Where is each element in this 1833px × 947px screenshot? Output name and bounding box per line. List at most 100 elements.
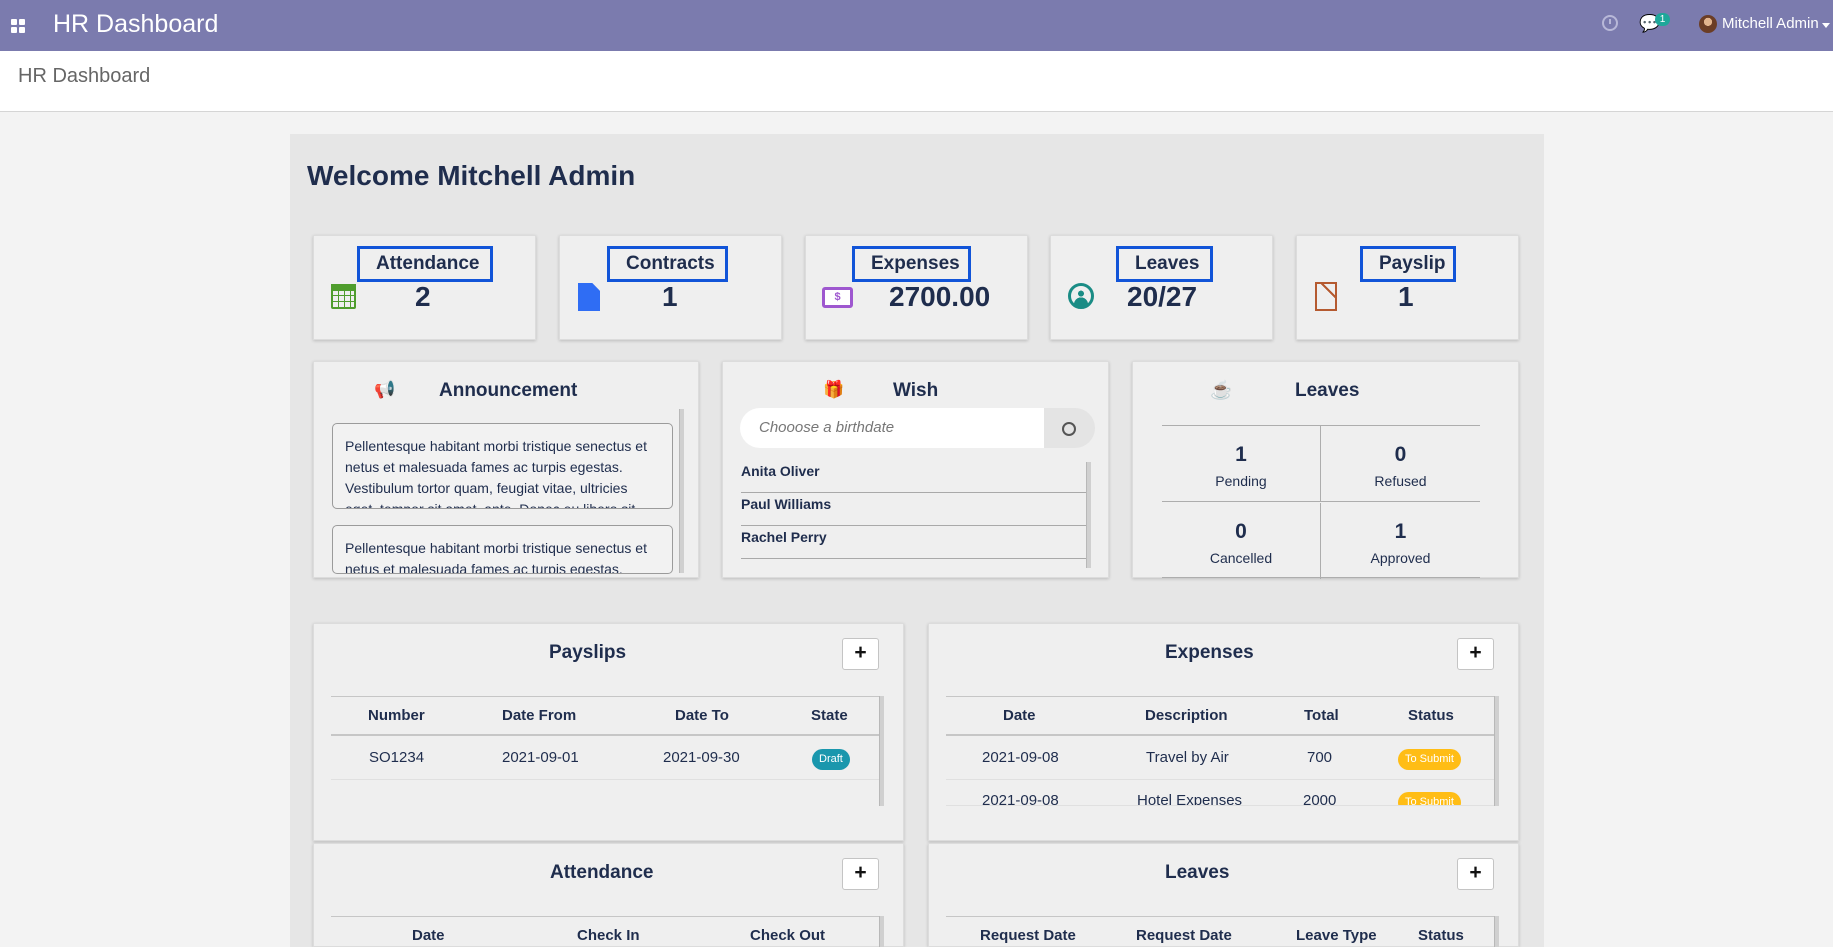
leave-status-grid: 1 Pending 0 Refused 0 Cancelled 1 Approved: [1162, 425, 1480, 579]
column-header: Date: [1003, 707, 1036, 724]
expenses-table-header: Date Description Total Status: [946, 696, 1499, 736]
contracts-kpi-card[interactable]: Contracts 1: [559, 235, 782, 340]
column-header: Check In: [577, 927, 640, 944]
leaves-summary-title: Leaves: [1295, 380, 1360, 401]
add-attendance-button[interactable]: +: [842, 858, 879, 890]
expense-date: 2021-09-08: [982, 792, 1059, 806]
apps-grid-icon[interactable]: [11, 19, 25, 33]
user-avatar[interactable]: [1699, 15, 1717, 33]
payslip-row[interactable]: SO1234 2021-09-01 2021-09-30 Draft: [331, 737, 884, 780]
wish-title: Wish: [893, 380, 939, 401]
user-circle-icon: [1068, 283, 1094, 309]
wish-person[interactable]: Anita Oliver: [741, 460, 1087, 493]
column-header: Total: [1304, 707, 1339, 724]
kpi-value: 20/27: [1127, 281, 1198, 312]
to-submit-status-badge: To Submit: [1398, 792, 1461, 805]
app-title[interactable]: HR Dashboard: [53, 10, 218, 39]
add-payslip-button[interactable]: +: [842, 638, 879, 670]
birthdate-input[interactable]: Chooose a birthdate: [740, 408, 1044, 448]
payslips-scrollbar[interactable]: [879, 696, 884, 806]
activity-clock-icon[interactable]: [1602, 15, 1618, 31]
expenses-kpi-card[interactable]: Expenses $ 2700.00: [805, 235, 1028, 340]
column-header: Date From: [502, 707, 577, 724]
wish-person[interactable]: Paul Williams: [741, 493, 1087, 526]
leaves-summary-panel: ☕ Leaves 1 Pending 0 Refused 0 Cancelled 1 A…: [1132, 361, 1519, 579]
wish-person[interactable]: Rachel Perry: [741, 526, 1087, 559]
kpi-title: Payslip: [1360, 246, 1456, 282]
calendar-icon: [331, 284, 356, 309]
kpi-title: Leaves: [1116, 246, 1213, 282]
approved-leave-stat[interactable]: 1 Approved: [1321, 503, 1480, 579]
pending-leave-stat[interactable]: 1 Pending: [1162, 426, 1321, 502]
expense-description: Hotel Expenses: [1137, 792, 1243, 806]
leaves-table-scrollbar[interactable]: [1494, 916, 1499, 947]
payslip-number: SO1234: [369, 749, 425, 766]
leave-stat-label: Pending: [1215, 473, 1267, 489]
leave-stat-label: Cancelled: [1209, 550, 1273, 566]
document-icon: [1315, 282, 1337, 311]
expenses-scrollbar[interactable]: [1494, 696, 1499, 806]
column-header: Status: [1418, 927, 1464, 944]
payslip-date-from: 2021-09-01: [502, 749, 579, 766]
column-header: Status: [1408, 707, 1454, 724]
column-header: Request Date: [980, 927, 1076, 944]
control-panel: HR Dashboard: [0, 51, 1833, 112]
kpi-title: Attendance: [357, 246, 493, 282]
payslip-date-to: 2021-09-30: [663, 749, 740, 766]
user-menu-caret-icon[interactable]: [1822, 23, 1830, 28]
column-header: State: [811, 707, 848, 724]
expense-description: Travel by Air: [1146, 749, 1229, 766]
leave-stat-value: 0: [1235, 520, 1247, 543]
add-leave-button[interactable]: +: [1457, 858, 1494, 890]
hr-dashboard-content: Welcome Mitchell Admin Attendance 2 Cont…: [290, 134, 1544, 947]
leaves-kpi-card[interactable]: Leaves 20/27: [1050, 235, 1273, 340]
payslips-table-panel: Payslips + Number Date From Date To Stat…: [313, 623, 904, 841]
payslips-title: Payslips: [549, 642, 627, 663]
attendance-table-panel: Attendance + Date Check In Check Out: [313, 843, 904, 947]
column-header: Check Out: [750, 927, 826, 944]
expense-total: 2000: [1303, 792, 1337, 806]
kpi-value: 1: [662, 281, 678, 312]
leave-stat-label: Approved: [1370, 550, 1431, 566]
expense-date: 2021-09-08: [982, 749, 1059, 766]
column-header: Date To: [675, 707, 729, 724]
user-menu-name[interactable]: Mitchell Admin: [1722, 15, 1819, 32]
column-header: Leave Type: [1296, 927, 1377, 944]
announcement-panel: 📢 Announcement Pellentesque habitant mor…: [313, 361, 699, 578]
to-submit-status-badge: To Submit: [1398, 749, 1461, 770]
cancelled-leave-stat[interactable]: 0 Cancelled: [1162, 503, 1321, 579]
calendar-picker-button[interactable]: [1044, 408, 1095, 448]
column-header: Number: [368, 707, 425, 724]
gift-icon: 🎁: [823, 380, 845, 399]
money-icon: $: [822, 287, 853, 308]
payslips-table-header: Number Date From Date To State: [331, 696, 884, 736]
expense-row[interactable]: 2021-09-08 Hotel Expenses 2000 To Submit: [946, 780, 1499, 806]
attendance-table-header: Date Check In Check Out: [331, 916, 884, 947]
leaves-table-title: Leaves: [1165, 862, 1230, 883]
payslip-kpi-card[interactable]: Payslip 1: [1296, 235, 1519, 340]
column-header: Description: [1145, 707, 1228, 724]
announcement-card[interactable]: Pellentesque habitant morbi tristique se…: [332, 423, 673, 509]
leave-stat-value: 0: [1394, 443, 1407, 466]
kpi-title: Expenses: [852, 246, 971, 282]
expense-total: 700: [1307, 749, 1333, 766]
refused-leave-stat[interactable]: 0 Refused: [1321, 426, 1480, 502]
announcement-scrollbar[interactable]: [679, 409, 684, 573]
add-expense-button[interactable]: +: [1457, 638, 1494, 670]
leaves-table-panel: Leaves + Request Date Request Date Leave…: [928, 843, 1519, 947]
file-icon: [578, 283, 600, 311]
attendance-kpi-card[interactable]: Attendance 2: [313, 235, 536, 340]
announcement-title: Announcement: [439, 380, 578, 401]
wish-scrollbar[interactable]: [1086, 462, 1091, 568]
expense-row[interactable]: 2021-09-08 Travel by Air 700 To Submit: [946, 737, 1499, 780]
leave-stat-value: 1: [1394, 520, 1407, 543]
messages-badge: 1: [1655, 13, 1670, 26]
kpi-value: 1: [1398, 281, 1414, 312]
attendance-title: Attendance: [550, 862, 654, 883]
leave-stat-value: 1: [1235, 443, 1247, 466]
announcement-card[interactable]: Pellentesque habitant morbi tristique se…: [332, 525, 673, 574]
kpi-title: Contracts: [607, 246, 728, 282]
column-header: Request Date: [1136, 927, 1232, 944]
attendance-scrollbar[interactable]: [879, 916, 884, 947]
column-header: Date: [412, 927, 445, 944]
